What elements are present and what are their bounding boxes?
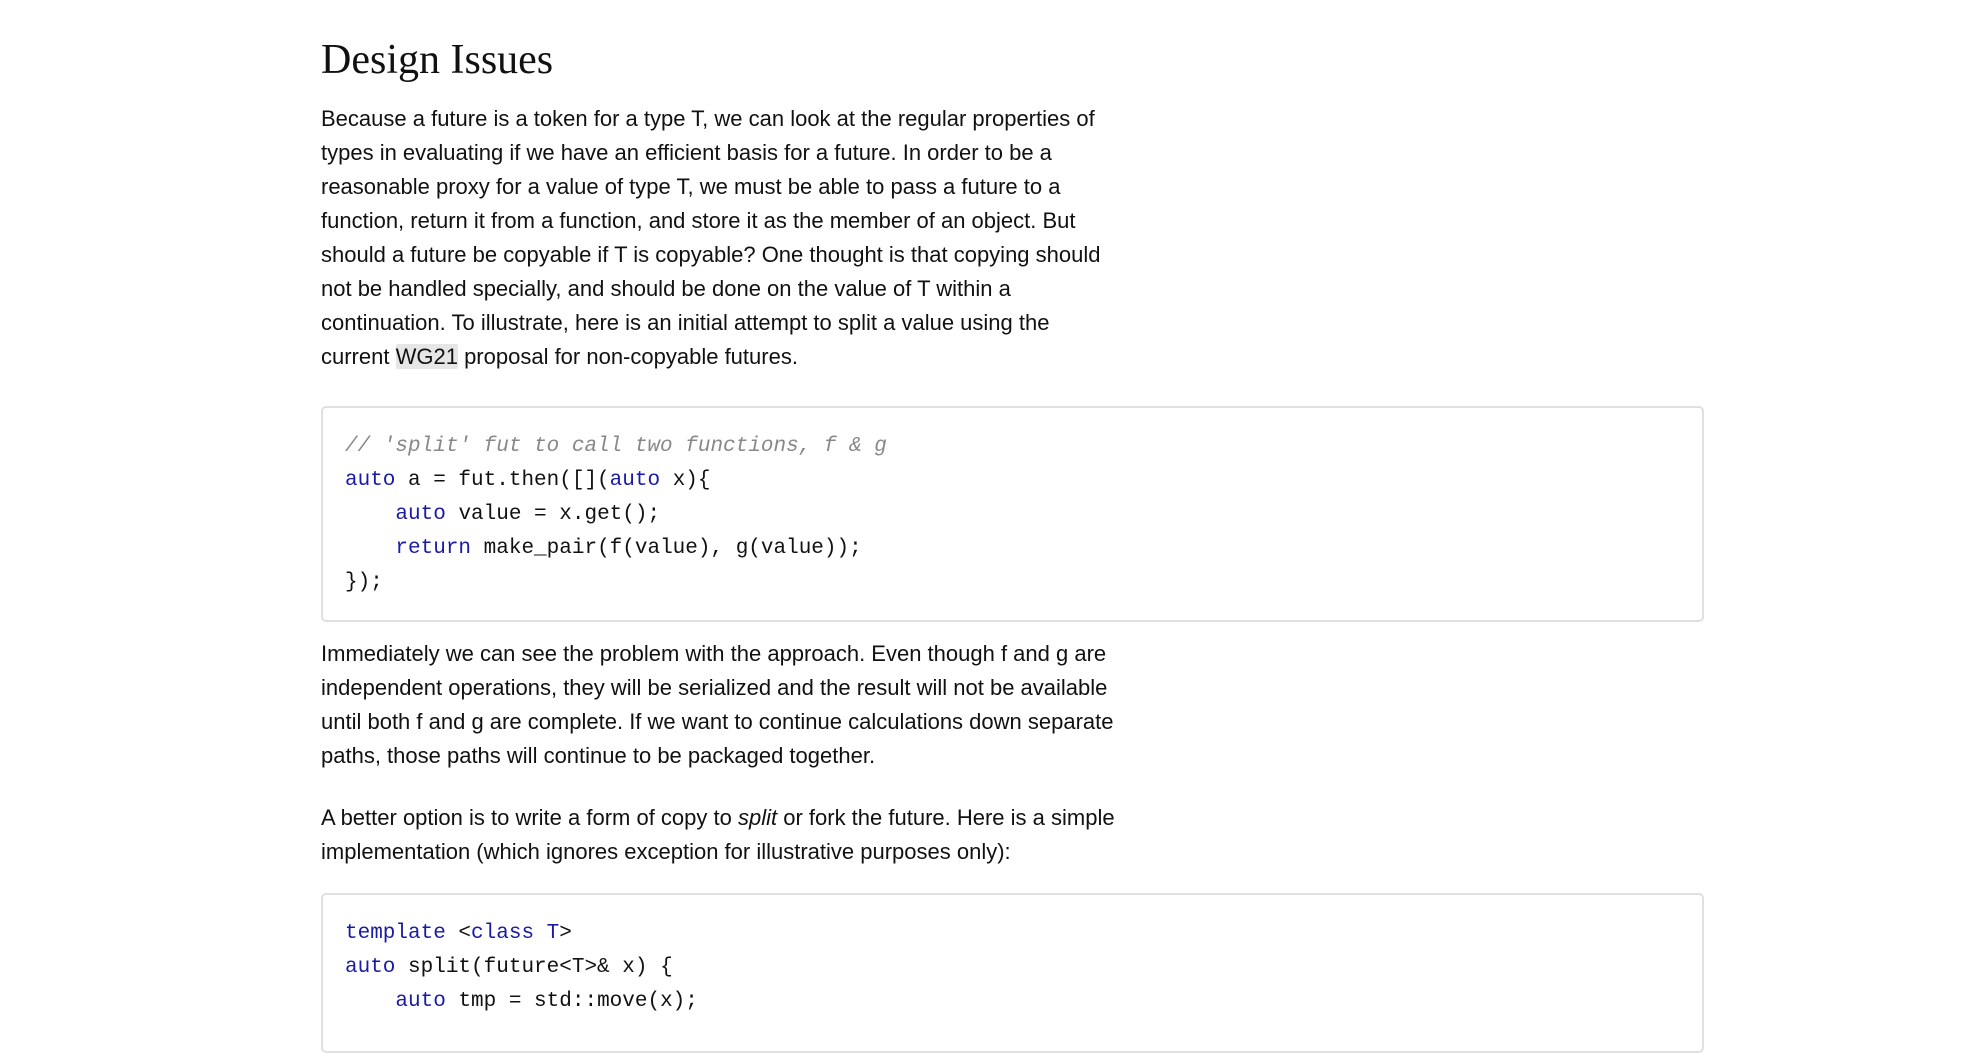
split-emphasis: split	[737, 805, 778, 830]
code-keyword: template	[345, 922, 446, 945]
paragraph-intro-text: Because a future is a token for a type T…	[321, 106, 1101, 369]
code-text: a = fut.then([](	[395, 469, 610, 492]
paragraph-intro-text-end: proposal for non-copyable futures.	[457, 344, 798, 369]
code-keyword: auto	[345, 469, 396, 492]
section-title: Design Issues	[321, 37, 554, 83]
code-keyword: return	[395, 537, 472, 560]
code-line: auto value = x.get();	[345, 498, 1702, 532]
code-line: auto split(future<T>& x) {	[345, 951, 1702, 985]
code-keyword: T	[546, 922, 560, 945]
code-keyword: auto	[395, 503, 446, 526]
paragraph-intro: Because a future is a token for a type T…	[321, 102, 1121, 374]
previous-heading-cutoff: ▬▬▬ ▬▬▬▬▬▬▬▬▬	[321, 0, 677, 8]
code-comment: // 'split' fut to call two functions, f …	[345, 435, 887, 458]
wg21-term[interactable]: WG21	[395, 344, 458, 369]
code-text: x){	[660, 469, 711, 492]
code-text: value = x.get();	[445, 503, 661, 526]
code-line: template <class T>	[345, 917, 1702, 951]
code-text: });	[345, 571, 383, 594]
paragraph-problem: Immediately we can see the problem with …	[321, 641, 1114, 768]
code-block-then[interactable]: // 'split' fut to call two functions, f …	[321, 406, 1704, 622]
code-text: tmp = std::move(x);	[445, 990, 698, 1013]
code-text: make_pair(f(value), g(value));	[471, 537, 862, 560]
code-keyword: auto	[345, 956, 396, 979]
code-keyword: auto	[609, 469, 661, 492]
code-text: <	[445, 922, 472, 945]
code-text: >	[559, 922, 572, 945]
code-line: });	[345, 566, 1702, 600]
code-text: split(future<T>& x) {	[395, 956, 673, 979]
paragraph-better-option-text: A better option is to write a form of co…	[321, 805, 738, 830]
code-line: auto a = fut.then([](auto x){	[345, 464, 1702, 498]
paragraph-better-option: A better option is to write a form of co…	[321, 801, 1121, 869]
code-keyword: class	[471, 922, 535, 945]
code-line: return make_pair(f(value), g(value));	[345, 532, 1702, 566]
code-block-split[interactable]: template <class T> auto split(future<T>& …	[321, 893, 1704, 1053]
code-line: auto tmp = std::move(x);	[345, 985, 1702, 1019]
code-keyword: auto	[395, 990, 446, 1013]
code-line: // 'split' fut to call two functions, f …	[345, 430, 1702, 464]
